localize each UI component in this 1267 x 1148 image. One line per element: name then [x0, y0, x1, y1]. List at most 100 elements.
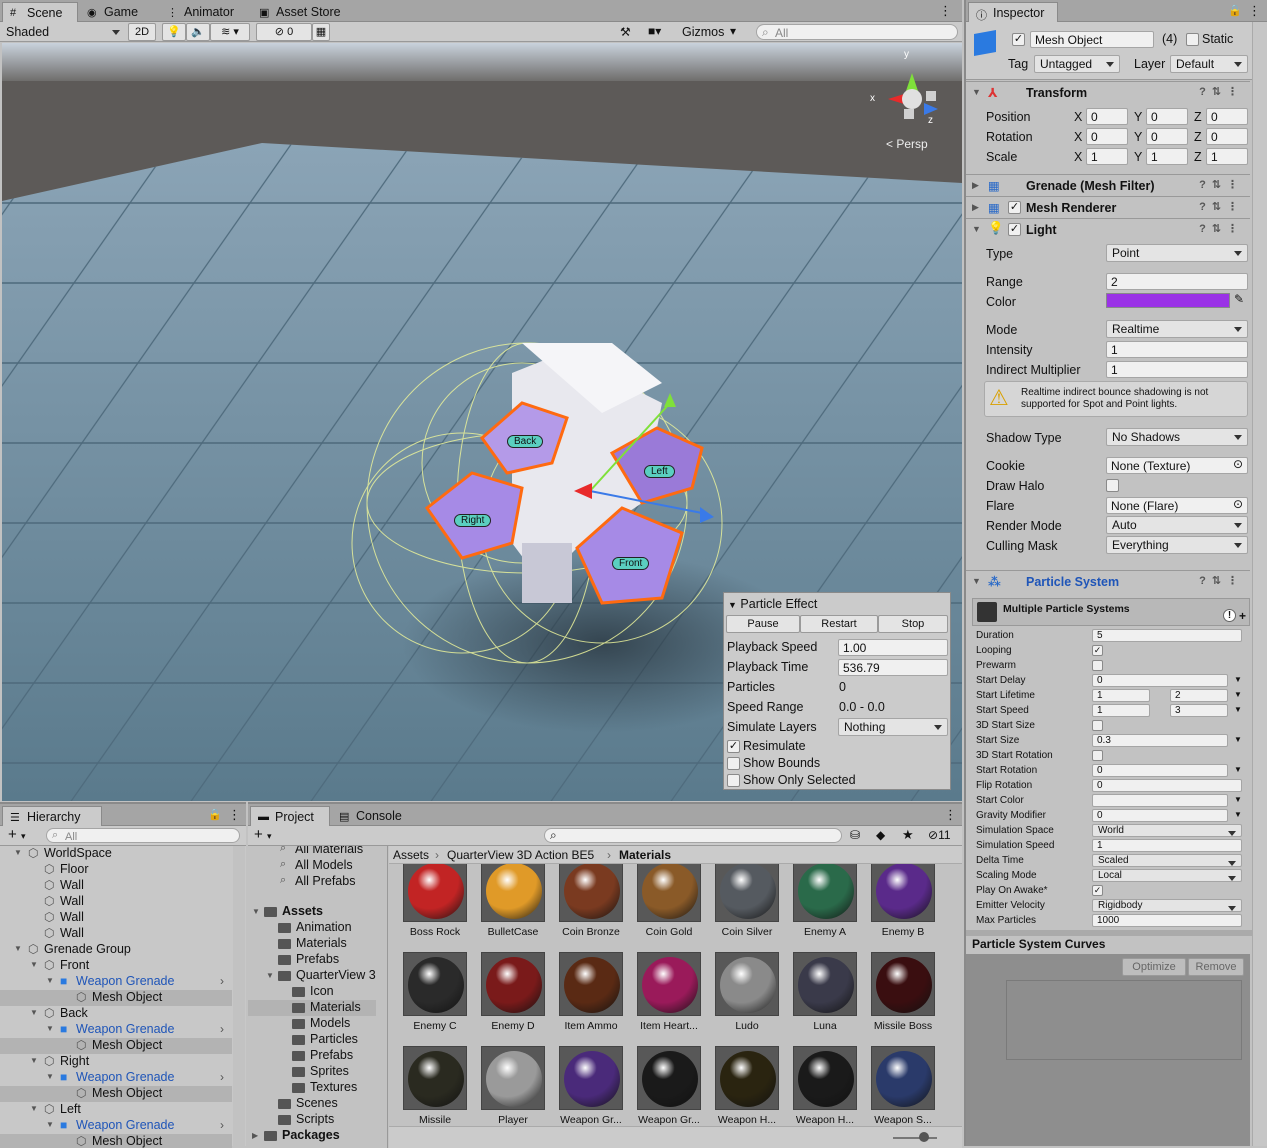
- transform-position-z-field[interactable]: 0: [1206, 108, 1248, 125]
- object-picker-icon[interactable]: ⊙: [1233, 457, 1243, 471]
- zoom-slider[interactable]: [893, 1137, 937, 1139]
- pause-button[interactable]: Pause: [726, 615, 800, 633]
- hierarchy-item[interactable]: ▼ ■ Weapon Grenade ›: [0, 1118, 232, 1134]
- active-checkbox[interactable]: ✓: [1012, 33, 1025, 46]
- breadcrumb-quarterview[interactable]: QuarterView 3D Action BE5: [447, 848, 594, 862]
- component-icons[interactable]: ?⇅⋮: [1199, 85, 1244, 98]
- material-thumbnail[interactable]: [481, 1046, 545, 1110]
- transform-rotation-y-field[interactable]: 0: [1146, 128, 1188, 145]
- collapse-triangle-icon[interactable]: ▼: [728, 600, 737, 610]
- breadcrumb-materials[interactable]: Materials: [619, 848, 671, 862]
- simulation-speed-field[interactable]: 1: [1092, 839, 1242, 852]
- folder-item[interactable]: Icon: [248, 984, 376, 1000]
- tab-inspector[interactable]: ⓘ Inspector: [968, 2, 1058, 22]
- mesh-renderer-header[interactable]: ▶ ▦ ✓ Mesh Renderer ?⇅⋮: [966, 196, 1250, 218]
- hierarchy-item[interactable]: ▼ ⬡ Back: [0, 1006, 232, 1022]
- error-icon[interactable]: !: [1223, 609, 1236, 622]
- folder-item[interactable]: Prefabs: [248, 952, 376, 968]
- hierarchy-item[interactable]: ▼ ■ Weapon Grenade ›: [0, 1022, 232, 1038]
- tab-scene[interactable]: # Scene: [2, 2, 78, 22]
- culling-mask-dropdown[interactable]: Everything: [1106, 536, 1248, 554]
- dropdown-arrow-icon[interactable]: ▼: [1234, 690, 1242, 699]
- expand-triangle-icon[interactable]: ▼: [46, 1120, 54, 1129]
- material-thumbnail[interactable]: [637, 864, 701, 922]
- hierarchy-item[interactable]: ⬡ Wall: [0, 926, 232, 942]
- mesh-renderer-checkbox[interactable]: ✓: [1008, 201, 1021, 214]
- looping-checkbox[interactable]: ✓: [1092, 645, 1103, 656]
- lock-icon[interactable]: 🔒: [1228, 4, 1242, 17]
- gravity-modifier-field[interactable]: 0: [1092, 809, 1228, 822]
- 3d-start-rotation-checkbox[interactable]: [1092, 750, 1103, 761]
- folder-item[interactable]: Sprites: [248, 1064, 376, 1080]
- static-checkbox[interactable]: [1186, 33, 1199, 46]
- add-icon[interactable]: +: [1239, 609, 1246, 623]
- render-mode-dropdown[interactable]: Auto: [1106, 516, 1248, 534]
- chevron-right-icon[interactable]: ›: [220, 1118, 224, 1132]
- hierarchy-item[interactable]: ▼ ⬡ Left: [0, 1102, 232, 1118]
- expand-triangle-icon[interactable]: ▼: [46, 976, 54, 985]
- particle-subheader[interactable]: Multiple Particle Systems ! +: [972, 598, 1250, 626]
- asset-scrollbar[interactable]: [950, 864, 962, 1126]
- stop-button[interactable]: Stop: [878, 615, 948, 633]
- duration-field[interactable]: 5: [1092, 629, 1242, 642]
- material-thumbnail[interactable]: [481, 952, 545, 1016]
- hierarchy-item[interactable]: ⬡ Floor: [0, 862, 232, 878]
- mesh-filter-header[interactable]: ▶ ▦ Grenade (Mesh Filter) ?⇅⋮: [966, 174, 1250, 196]
- dropdown-arrow-icon[interactable]: ▼: [1234, 675, 1242, 684]
- breadcrumb-assets[interactable]: Assets: [393, 848, 429, 862]
- hierarchy-item[interactable]: ⬡ Mesh Object: [0, 990, 232, 1006]
- draw-halo-checkbox[interactable]: [1106, 479, 1119, 492]
- folder-item[interactable]: Scripts: [248, 1112, 376, 1128]
- flare-field[interactable]: None (Flare): [1106, 497, 1248, 514]
- tab-hierarchy[interactable]: ☰ Hierarchy: [2, 806, 102, 826]
- delta-time-dropdown[interactable]: Scaled: [1092, 854, 1242, 867]
- expand-triangle-icon[interactable]: ▼: [30, 1008, 38, 1017]
- search-by-label-icon[interactable]: ◆: [876, 828, 885, 842]
- favorite-item[interactable]: All Materials: [295, 846, 363, 856]
- optimize-button[interactable]: Optimize: [1122, 958, 1186, 976]
- light-type-dropdown[interactable]: Point: [1106, 244, 1248, 262]
- start-speed-min-field[interactable]: 1: [1092, 704, 1150, 717]
- audio-toggle-icon[interactable]: 🔈: [186, 23, 210, 41]
- playback-speed-field[interactable]: 1.00: [838, 639, 948, 656]
- expand-triangle-icon[interactable]: ▼: [30, 1104, 38, 1113]
- camera-icon[interactable]: ■▾: [648, 24, 661, 38]
- folder-item[interactable]: Textures: [248, 1080, 376, 1096]
- material-thumbnail[interactable]: [793, 1046, 857, 1110]
- folder-item[interactable]: Particles: [248, 1032, 376, 1048]
- resimulate-checkbox[interactable]: ✓: [727, 740, 740, 753]
- simulate-layers-dropdown[interactable]: Nothing: [838, 718, 948, 736]
- transform-header[interactable]: ▼ ⅄ Transform ?⇅⋮: [966, 81, 1250, 103]
- scene-search-input[interactable]: ⌕ All: [756, 24, 958, 40]
- restart-button[interactable]: Restart: [800, 615, 878, 633]
- hierarchy-scrollbar[interactable]: [233, 846, 245, 1148]
- range-field[interactable]: 2: [1106, 273, 1248, 290]
- transform-scale-z-field[interactable]: 1: [1206, 148, 1248, 165]
- create-button[interactable]: + ▾: [254, 826, 271, 843]
- particle-system-header[interactable]: ▼ ⁂ Particle System ?⇅⋮: [966, 570, 1250, 592]
- folder-item[interactable]: ▶ Packages: [248, 1128, 376, 1144]
- start-lifetime-max-field[interactable]: 2: [1170, 689, 1228, 702]
- material-thumbnail[interactable]: [715, 952, 779, 1016]
- transform-position-x-field[interactable]: 0: [1086, 108, 1128, 125]
- 3d-start-size-checkbox[interactable]: [1092, 720, 1103, 731]
- material-thumbnail[interactable]: [403, 952, 467, 1016]
- folder-item[interactable]: Materials: [248, 1000, 376, 1016]
- more-menu-icon[interactable]: ⋮: [228, 807, 241, 823]
- transform-scale-x-field[interactable]: 1: [1086, 148, 1128, 165]
- expand-triangle-icon[interactable]: ▼: [30, 960, 38, 969]
- favorite-item[interactable]: All Prefabs: [295, 874, 355, 888]
- search-by-type-icon[interactable]: ⛁: [850, 828, 860, 842]
- material-thumbnail[interactable]: [871, 1046, 935, 1110]
- lighting-toggle-icon[interactable]: 💡: [162, 23, 186, 41]
- transform-position-y-field[interactable]: 0: [1146, 108, 1188, 125]
- hierarchy-item[interactable]: ⬡ Wall: [0, 878, 232, 894]
- hierarchy-item[interactable]: ▼ ⬡ Grenade Group: [0, 942, 232, 958]
- simulation-space-dropdown[interactable]: World: [1092, 824, 1242, 837]
- mode-dropdown[interactable]: Realtime: [1106, 320, 1248, 338]
- folder-item[interactable]: ▼ QuarterView 3: [248, 968, 376, 984]
- more-menu-icon[interactable]: ⋮: [1248, 3, 1261, 19]
- inspector-scrollbar[interactable]: [1252, 22, 1267, 1146]
- expand-triangle-icon[interactable]: ▼: [30, 1056, 38, 1065]
- folder-tree-scrollbar[interactable]: [376, 846, 388, 1148]
